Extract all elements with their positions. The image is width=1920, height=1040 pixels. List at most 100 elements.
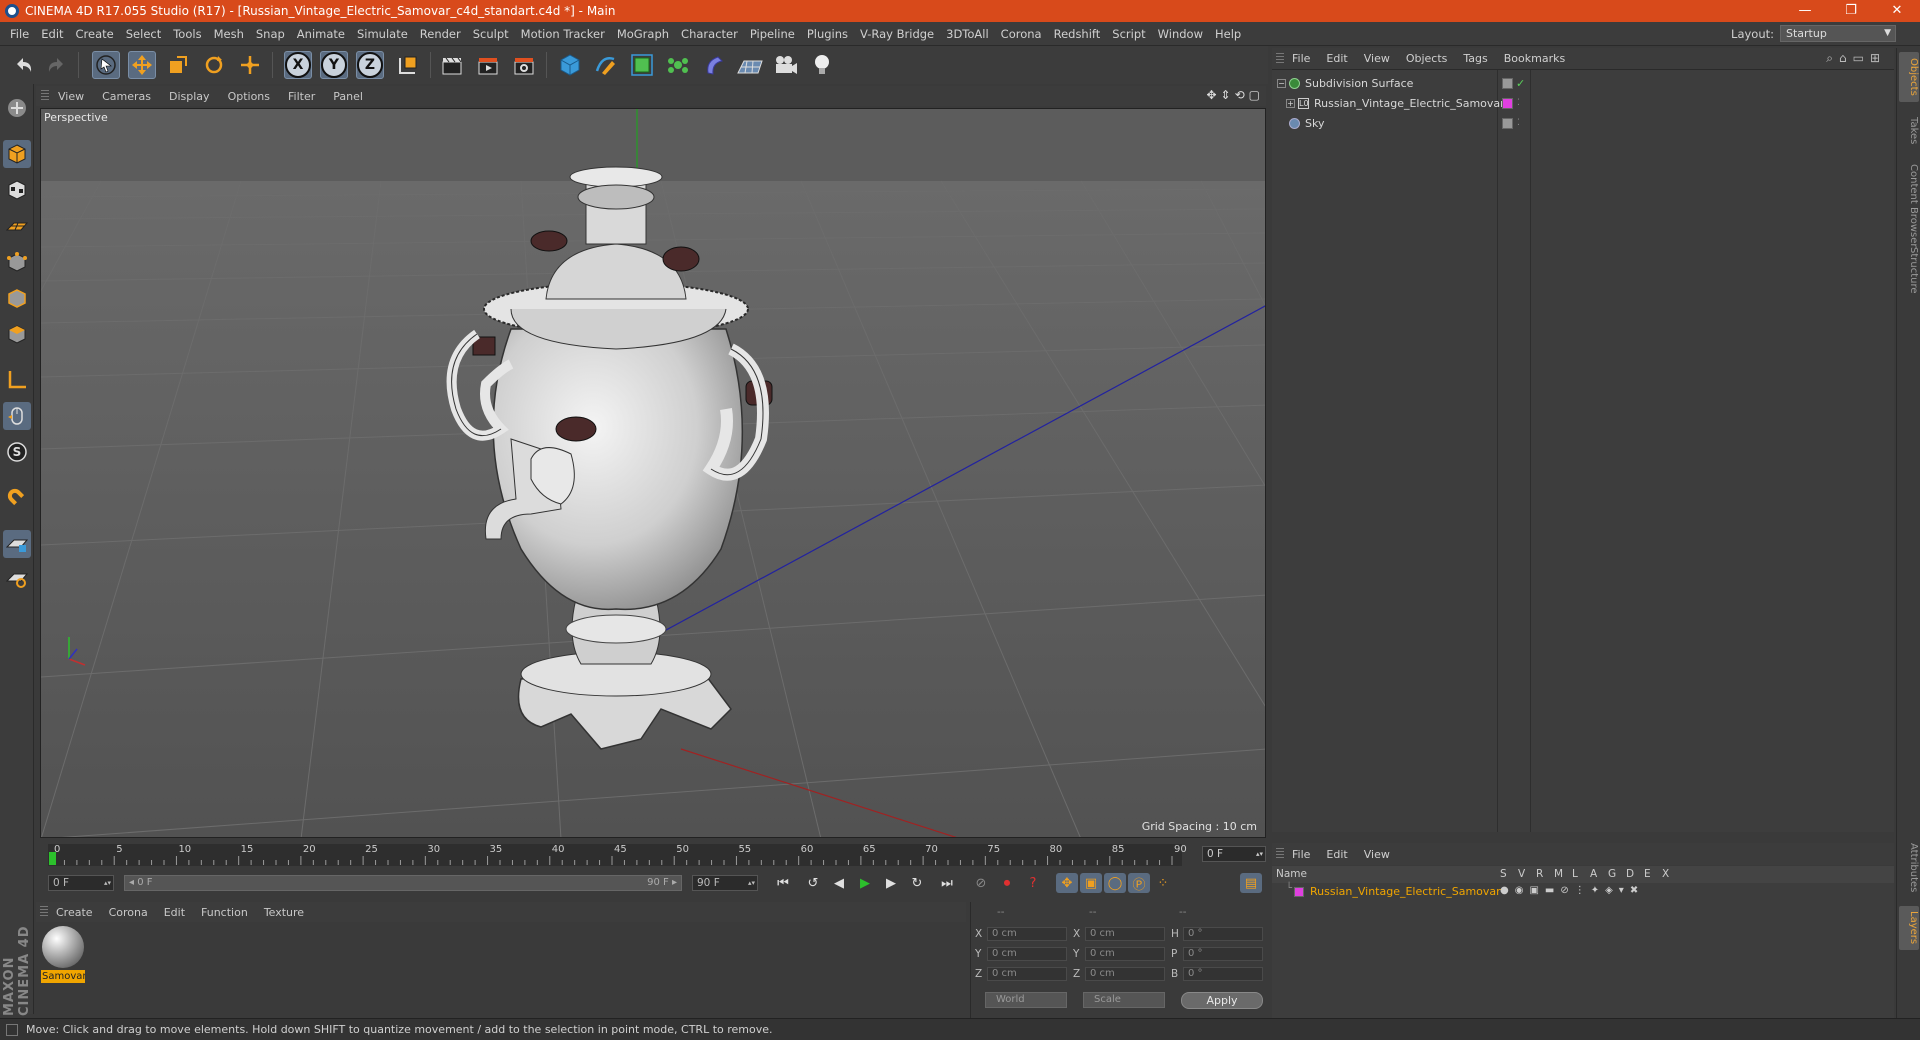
make-editable-button[interactable] — [3, 94, 31, 122]
layer-swatch-empty[interactable] — [1502, 118, 1513, 129]
object-row-subdivision-surface[interactable]: − Subdivision Surface ✓ — [1272, 74, 1894, 93]
max-frame-field[interactable]: 90 F ▴▾ — [692, 875, 758, 891]
next-key-button[interactable]: ↻ — [906, 873, 928, 893]
preview-range-slider[interactable]: ◂ 0 F 90 F ▸ — [124, 875, 682, 891]
menu-character[interactable]: Character — [675, 22, 744, 46]
z-axis-lock-button[interactable]: Z — [356, 51, 384, 79]
previous-key-button[interactable]: ↺ — [802, 873, 824, 893]
viewport-menu-panel[interactable]: Panel — [324, 90, 372, 103]
menu-help[interactable]: Help — [1209, 22, 1247, 46]
menu-redshift[interactable]: Redshift — [1048, 22, 1107, 46]
viewport-camera-label[interactable]: Perspective — [44, 111, 108, 124]
viewport-menu-view[interactable]: View — [49, 90, 93, 103]
axis-mode-button[interactable] — [3, 366, 31, 394]
polygons-mode-button[interactable] — [3, 320, 31, 348]
layer-header-s[interactable]: S — [1500, 866, 1507, 883]
layer-header-l[interactable]: L — [1572, 866, 1578, 883]
om-menu-file[interactable]: File — [1284, 52, 1318, 65]
frame-ruler[interactable]: 0 5 10 15 20 25 30 35 40 45 50 55 60 65 70 75 80 85 90 — [48, 844, 1187, 866]
minimize-button[interactable]: — — [1782, 0, 1828, 22]
menu-pipeline[interactable]: Pipeline — [744, 22, 801, 46]
snap-button[interactable] — [3, 484, 31, 512]
add-nurbs-button[interactable] — [628, 51, 656, 79]
material-menu-create[interactable]: Create — [48, 906, 101, 919]
layer-header-x[interactable]: X — [1662, 866, 1669, 883]
stepper-arrows-icon[interactable]: ▴▾ — [104, 876, 111, 890]
size-z-field[interactable]: 0 cm — [1085, 967, 1165, 981]
menu-sculpt[interactable]: Sculpt — [467, 22, 515, 46]
menu-select[interactable]: Select — [120, 22, 167, 46]
visibility-dots-icon[interactable]: ⁚ — [1517, 114, 1520, 133]
om-search-home-icons[interactable]: ⌕⌂▭⊞ — [1826, 51, 1886, 66]
stepper-arrows-icon[interactable]: ▴▾ — [1256, 847, 1263, 861]
viewport-menu-options[interactable]: Options — [219, 90, 279, 103]
menu-mesh[interactable]: Mesh — [208, 22, 250, 46]
tab-attributes[interactable]: Attributes — [1899, 838, 1919, 898]
layer-header-g[interactable]: G — [1608, 866, 1616, 883]
pos-y-field[interactable]: 0 cm — [987, 947, 1067, 961]
menu-mograph[interactable]: MoGraph — [611, 22, 675, 46]
tab-structure[interactable]: Structure — [1899, 238, 1919, 302]
size-y-field[interactable]: 0 cm — [1085, 947, 1165, 961]
live-selection-button[interactable] — [92, 51, 120, 79]
solo-mode-button[interactable]: S — [3, 438, 31, 466]
zoom-icon[interactable]: ⇕ — [1221, 88, 1231, 102]
layer-swatch-empty[interactable] — [1502, 78, 1513, 89]
3d-viewport[interactable]: Perspective Grid Spacing : 10 cm — [40, 108, 1266, 838]
layer-header-e[interactable]: E — [1644, 866, 1651, 883]
add-cube-button[interactable] — [556, 51, 584, 79]
menu-render[interactable]: Render — [414, 22, 467, 46]
material-menu-function[interactable]: Function — [193, 906, 256, 919]
coordinate-mode-select[interactable]: World — [985, 992, 1067, 1008]
menu-edit[interactable]: Edit — [35, 22, 69, 46]
rot-p-field[interactable]: 0 ° — [1183, 947, 1263, 961]
transform-tool-button[interactable] — [236, 51, 264, 79]
coordinate-system-button[interactable] — [394, 51, 422, 79]
lm-menu-edit[interactable]: Edit — [1318, 848, 1355, 861]
tab-layers[interactable]: Layers — [1899, 906, 1919, 950]
expand-icon[interactable]: + — [1286, 99, 1295, 108]
layout-select[interactable]: Startup ▼ — [1780, 25, 1896, 42]
record-rotation-button[interactable]: ◯ — [1104, 873, 1126, 893]
timeline-ruler[interactable]: 0 5 10 15 20 25 30 35 40 45 50 55 60 65 70 75 80 85 90 0 F… — [40, 842, 1266, 870]
material-menu-texture[interactable]: Texture — [256, 906, 312, 919]
apply-button[interactable]: Apply — [1181, 992, 1263, 1009]
record-scale-button[interactable]: ▣ — [1080, 873, 1102, 893]
layer-header-name[interactable]: Name — [1276, 866, 1307, 883]
menu-script[interactable]: Script — [1106, 22, 1151, 46]
menu-corona[interactable]: Corona — [995, 22, 1048, 46]
autokey-button[interactable]: ⏺ — [996, 873, 1018, 893]
lm-menu-view[interactable]: View — [1356, 848, 1398, 861]
menu-snap[interactable]: Snap — [250, 22, 291, 46]
workplane-mode-button[interactable] — [3, 212, 31, 240]
record-keys-button[interactable]: ⊘ — [970, 873, 992, 893]
add-deformer-button[interactable] — [700, 51, 728, 79]
menu-vray-bridge[interactable]: V-Ray Bridge — [854, 22, 940, 46]
collapse-icon[interactable]: − — [1277, 79, 1286, 88]
layer-color-swatch[interactable] — [1294, 887, 1304, 897]
menu-motion-tracker[interactable]: Motion Tracker — [515, 22, 611, 46]
go-to-start-button[interactable]: ⏮ — [772, 873, 794, 893]
add-camera-button[interactable] — [772, 51, 800, 79]
previous-frame-button[interactable]: ◀ — [828, 873, 850, 893]
record-parameter-button[interactable]: Ⓟ — [1128, 873, 1150, 893]
move-tool-button[interactable] — [128, 51, 156, 79]
locked-workplane-button[interactable] — [3, 564, 31, 592]
maximize-button[interactable]: ❐ — [1828, 0, 1874, 22]
pos-z-field[interactable]: 0 cm — [987, 967, 1067, 981]
object-row-sky[interactable]: Sky ⁚ — [1272, 114, 1894, 133]
timeline-window-button[interactable]: ▤ — [1240, 873, 1262, 893]
layer-header-m[interactable]: M — [1554, 866, 1563, 883]
rot-b-field[interactable]: 0 ° — [1183, 967, 1263, 981]
menu-file[interactable]: File — [4, 22, 35, 46]
om-menu-view[interactable]: View — [1356, 52, 1398, 65]
orbit-icon[interactable]: ⟲ — [1235, 88, 1245, 102]
add-mograph-button[interactable] — [664, 51, 692, 79]
workplane-lock-button[interactable] — [3, 530, 31, 558]
add-light-button[interactable] — [808, 51, 836, 79]
rotate-tool-button[interactable] — [200, 51, 228, 79]
menu-plugins[interactable]: Plugins — [801, 22, 854, 46]
scale-tool-button[interactable] — [164, 51, 192, 79]
size-mode-select[interactable]: Scale — [1083, 992, 1165, 1008]
om-menu-objects[interactable]: Objects — [1398, 52, 1456, 65]
